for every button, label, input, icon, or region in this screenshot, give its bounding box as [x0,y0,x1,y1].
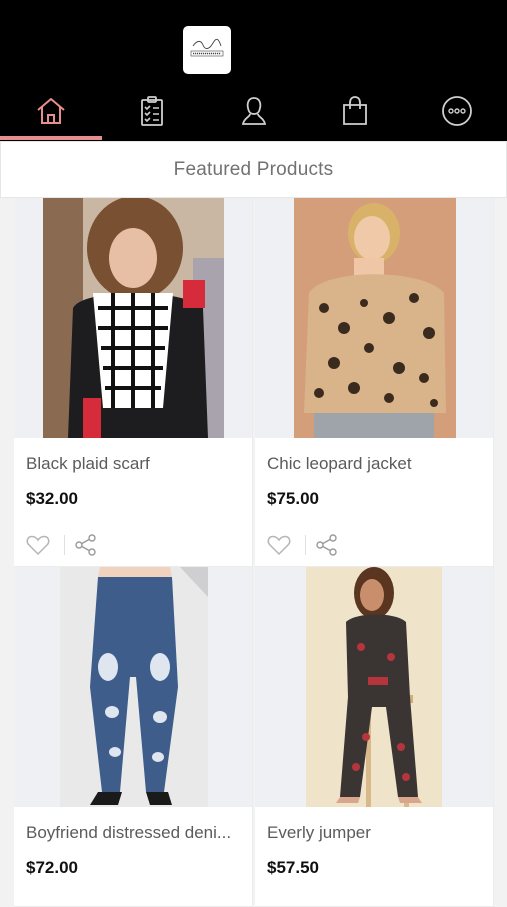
product-price: $72.00 [26,858,78,877]
product-actions [267,531,338,559]
product-card[interactable]: Black plaid scarf $32.00 [14,198,253,567]
more-icon [441,96,472,126]
product-price: $32.00 [26,489,78,508]
product-image[interactable] [255,567,493,807]
nav-cart[interactable] [304,86,405,136]
product-image[interactable] [255,198,493,438]
product-actions [26,531,97,559]
nav-home[interactable] [0,86,101,136]
product-name[interactable]: Everly jumper [267,823,371,843]
action-divider [305,535,306,555]
product-name[interactable]: Black plaid scarf [26,454,150,474]
product-card[interactable]: Chic leopard jacket $75.00 [255,198,494,567]
nav-more[interactable] [406,86,507,136]
share-icon[interactable] [316,534,338,556]
product-image[interactable] [14,198,252,438]
nav-orders[interactable] [101,86,202,136]
app-header [0,0,507,141]
heart-icon[interactable] [267,534,291,556]
share-icon[interactable] [75,534,97,556]
active-tab-indicator [0,136,102,140]
nav-account[interactable] [203,86,304,136]
home-icon [36,98,65,124]
clipboard-icon [140,96,163,126]
logo-image [187,34,227,66]
section-header: Featured Products [0,141,507,198]
product-card[interactable]: Everly jumper $57.50 [255,567,494,907]
section-title: Featured Products [173,158,334,180]
action-divider [64,535,65,555]
product-card[interactable]: Boyfriend distressed deni... $72.00 [14,567,253,907]
product-price: $75.00 [267,489,319,508]
shopping-bag-icon [342,96,367,125]
brand-logo[interactable] [183,26,231,74]
top-nav [0,86,507,136]
product-price: $57.50 [267,858,319,877]
heart-icon[interactable] [26,534,50,556]
product-name[interactable]: Chic leopard jacket [267,454,412,474]
user-icon [241,97,266,125]
product-name[interactable]: Boyfriend distressed deni... [26,823,231,843]
product-image[interactable] [14,567,252,807]
